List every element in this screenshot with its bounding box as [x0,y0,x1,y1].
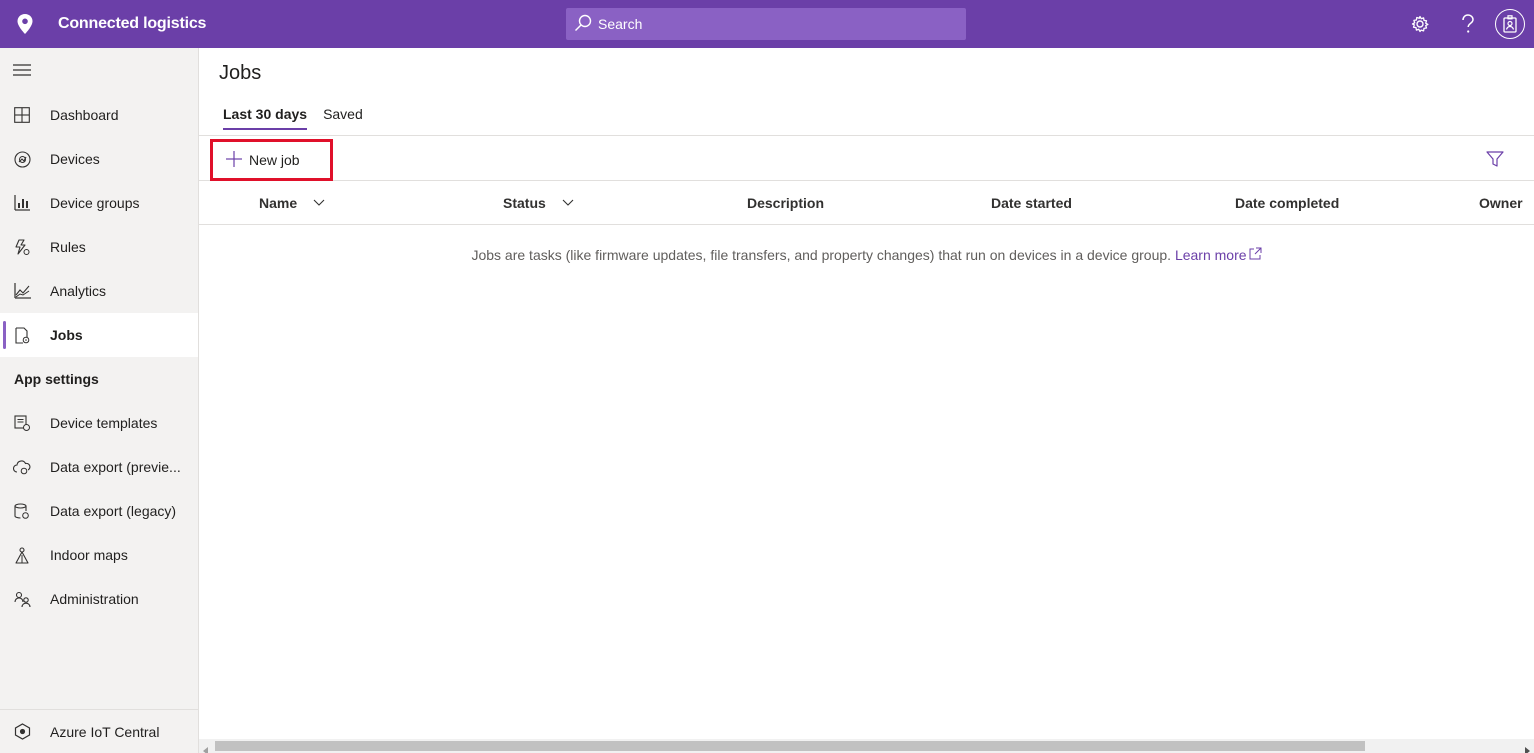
column-header-label: Date started [991,195,1072,211]
top-bar: Connected logistics Search [0,0,1534,48]
page-title: Jobs [219,62,262,84]
sidebar-item-label: Rules [50,239,86,255]
sidebar-item-devices[interactable]: Devices [0,137,198,181]
sidebar-item-label: Analytics [50,283,107,299]
tab-last-30-days[interactable]: Last 30 days [219,102,311,130]
column-header-description[interactable]: Description [747,181,824,225]
column-header-label: Status [503,195,546,211]
database-export-icon [12,501,32,521]
help-icon[interactable] [1444,0,1492,48]
rules-icon [12,237,32,257]
sidebar-footer-label: Azure IoT Central [50,723,160,740]
analytics-icon [12,281,32,301]
toolbar: New job [199,135,1534,181]
sidebar-item-data-export-legacy[interactable]: Data export (legacy) [0,489,198,533]
plus-icon [226,150,242,170]
app-title[interactable]: Connected logistics [58,15,206,33]
sidebar-item-label: Devices [50,151,100,167]
scroll-right-icon[interactable] [1523,742,1531,753]
column-header-label: Name [259,195,298,211]
sidebar-item-device-groups[interactable]: Device groups [0,181,198,225]
new-job-label: New job [249,152,300,168]
device-groups-icon [12,193,32,213]
iot-central-icon [12,722,32,742]
sidebar-item-label: Indoor maps [50,547,128,563]
gear-icon[interactable] [1396,0,1444,48]
sidebar-item-device-templates[interactable]: Device templates [0,401,198,445]
chevron-down-icon[interactable] [562,199,574,207]
tab-saved[interactable]: Saved [319,102,367,130]
sidebar-item-label: Jobs [50,327,83,343]
tab-list: Last 30 days Saved [219,102,375,130]
horizontal-scrollbar[interactable] [199,739,1534,753]
search-icon [574,14,592,35]
administration-icon [12,589,32,609]
sidebar-item-indoor-maps[interactable]: Indoor maps [0,533,198,577]
empty-state-text: Jobs are tasks (like firmware updates, f… [471,247,1172,263]
column-header-label: Date completed [1235,195,1340,211]
sidebar-item-analytics[interactable]: Analytics [0,269,198,313]
dashboard-icon [12,105,32,125]
column-header-status[interactable]: Status [503,181,574,225]
column-header-name[interactable]: Name [259,181,325,225]
hamburger-menu-icon[interactable] [12,60,32,80]
jobs-icon [12,325,32,345]
chevron-down-icon[interactable] [313,199,325,207]
column-header-owner[interactable]: Owner [1479,181,1523,225]
sidebar-item-dashboard[interactable]: Dashboard [0,93,198,137]
location-pin-icon [14,13,36,35]
app-settings-heading: App settings [14,371,99,387]
sidebar-item-label: Data export (legacy) [50,503,177,519]
brand: Connected logistics [0,0,206,48]
sidebar: Dashboard Devices Device groups Rules An… [0,48,199,753]
sidebar-item-label: Device groups [50,195,140,211]
sidebar-item-rules[interactable]: Rules [0,225,198,269]
sidebar-item-data-export-preview[interactable]: Data export (previe... [0,445,198,489]
sidebar-item-label: Administration [50,591,139,607]
sidebar-item-administration[interactable]: Administration [0,577,198,621]
external-link-icon[interactable] [1249,247,1262,263]
sidebar-item-jobs[interactable]: Jobs [0,313,198,357]
column-header-label: Description [747,195,825,211]
search-box[interactable]: Search [566,8,966,40]
scroll-left-icon[interactable] [202,742,210,753]
cloud-export-icon [12,457,32,477]
sidebar-item-label: Dashboard [50,107,119,123]
search-input[interactable]: Search [598,16,642,32]
column-header-label: Owner [1479,195,1523,211]
column-header-date-completed[interactable]: Date completed [1235,181,1339,225]
new-job-button[interactable]: New job [210,139,333,181]
indoor-maps-icon [12,545,32,565]
device-templates-icon [12,413,32,433]
table-header: Name Status Description Date started Dat… [199,181,1534,225]
sidebar-item-label: Data export (previe... [50,459,181,475]
devices-icon [12,149,32,169]
scrollbar-thumb[interactable] [215,741,1365,751]
user-badge-icon[interactable] [1495,9,1525,39]
column-header-date-started[interactable]: Date started [991,181,1072,225]
main-content: Jobs Last 30 days Saved New job Name Sta… [199,48,1534,753]
top-actions [1396,0,1534,48]
learn-more-link[interactable]: Learn more [1175,247,1247,263]
sidebar-footer-azure-iot-central[interactable]: Azure IoT Central [0,709,198,753]
sidebar-item-label: Device templates [50,415,158,431]
filter-icon[interactable] [1484,148,1506,170]
empty-state-message: Jobs are tasks (like firmware updates, f… [199,247,1534,263]
